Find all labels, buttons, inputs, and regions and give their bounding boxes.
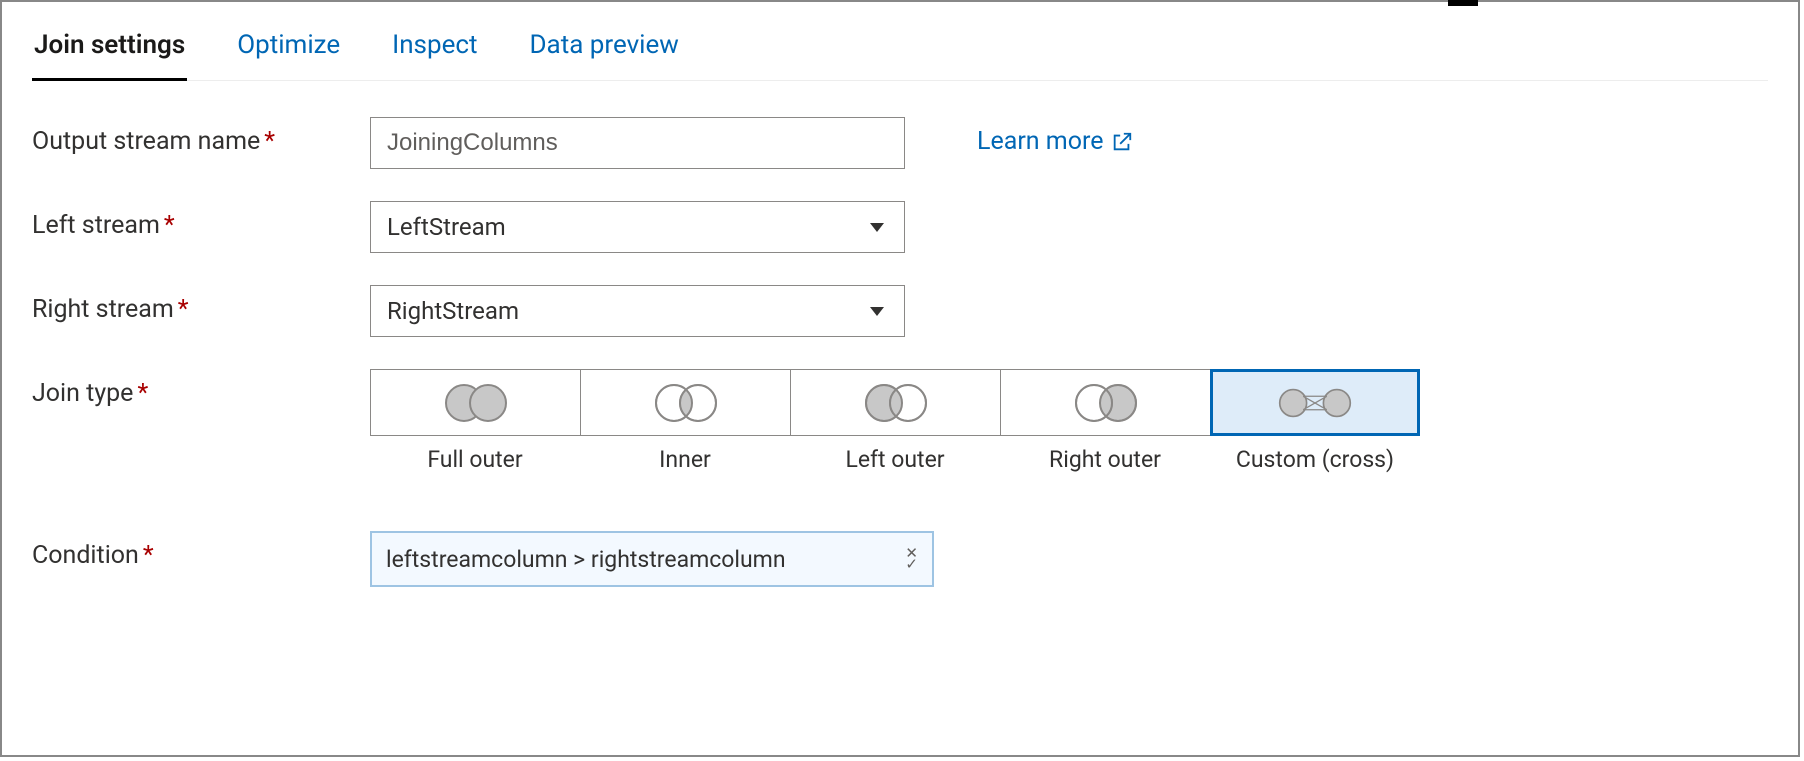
left-stream-value: LeftStream <box>387 213 506 241</box>
row-output-stream-name: Output stream name* Learn more <box>32 117 1768 169</box>
validate-clear-icon[interactable]: ✕✓ <box>905 546 918 572</box>
row-left-stream: Left stream* LeftStream <box>32 201 1768 253</box>
window-handle <box>1448 0 1478 6</box>
tab-inspect[interactable]: Inspect <box>390 16 479 80</box>
venn-left-outer-icon <box>854 381 938 425</box>
venn-cross-icon <box>1273 381 1357 425</box>
row-join-type: Join type* Full outer <box>32 369 1768 473</box>
join-type-caption: Full outer <box>427 446 522 473</box>
join-type-caption: Right outer <box>1049 446 1161 473</box>
join-type-caption: Custom (cross) <box>1236 446 1394 473</box>
condition-value: leftstreamcolumn > rightstreamcolumn <box>386 546 786 573</box>
tab-bar: Join settings Optimize Inspect Data prev… <box>32 16 1768 81</box>
join-type-group: Full outer Inner <box>370 369 1420 473</box>
venn-right-outer-icon <box>1064 381 1148 425</box>
right-stream-value: RightStream <box>387 297 519 325</box>
caret-down-icon <box>870 307 884 316</box>
label-output-stream-name: Output stream name* <box>32 117 370 156</box>
join-type-caption: Inner <box>659 446 711 473</box>
tab-optimize[interactable]: Optimize <box>235 16 342 80</box>
output-stream-name-input[interactable] <box>370 117 905 169</box>
learn-more-label: Learn more <box>977 127 1103 156</box>
join-type-left-outer[interactable]: Left outer <box>790 369 1000 473</box>
join-type-custom-cross[interactable]: Custom (cross) <box>1210 369 1420 473</box>
join-type-caption: Left outer <box>845 446 944 473</box>
tab-data-preview[interactable]: Data preview <box>527 16 680 80</box>
label-right-stream: Right stream* <box>32 285 370 324</box>
tab-join-settings[interactable]: Join settings <box>32 16 187 81</box>
label-condition: Condition* <box>32 531 370 570</box>
condition-input[interactable]: leftstreamcolumn > rightstreamcolumn ✕✓ <box>370 531 934 587</box>
venn-inner-icon <box>644 381 728 425</box>
external-link-icon <box>1111 131 1133 153</box>
row-right-stream: Right stream* RightStream <box>32 285 1768 337</box>
label-join-type: Join type* <box>32 369 370 408</box>
learn-more-link[interactable]: Learn more <box>977 117 1133 156</box>
venn-full-outer-icon <box>434 381 518 425</box>
label-left-stream: Left stream* <box>32 201 370 240</box>
join-type-inner[interactable]: Inner <box>580 369 790 473</box>
right-stream-select[interactable]: RightStream <box>370 285 905 337</box>
row-condition: Condition* leftstreamcolumn > rightstrea… <box>32 531 1768 587</box>
join-type-right-outer[interactable]: Right outer <box>1000 369 1210 473</box>
left-stream-select[interactable]: LeftStream <box>370 201 905 253</box>
join-type-full-outer[interactable]: Full outer <box>370 369 580 473</box>
caret-down-icon <box>870 223 884 232</box>
